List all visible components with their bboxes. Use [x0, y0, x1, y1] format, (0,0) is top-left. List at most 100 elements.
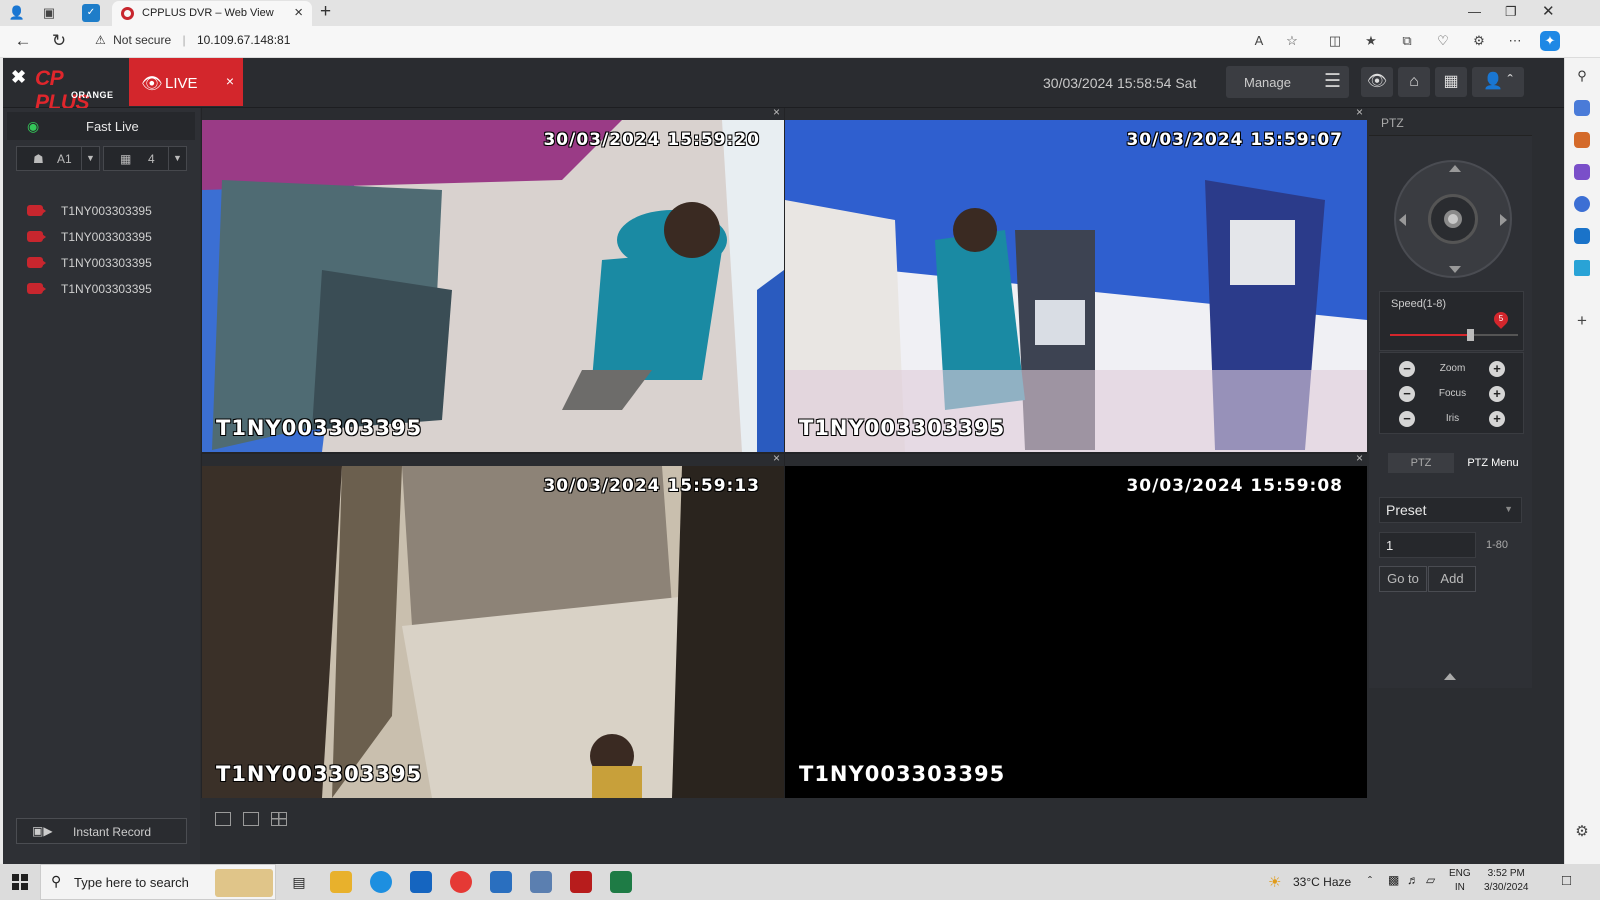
- app-tool-icon[interactable]: [570, 871, 592, 893]
- extensions-icon[interactable]: ⚙: [1470, 33, 1488, 49]
- collapse-panel-icon[interactable]: [1444, 673, 1456, 680]
- notifications-icon[interactable]: □: [1562, 872, 1571, 889]
- pan-right-arrow-icon[interactable]: [1500, 214, 1507, 226]
- speed-slider-handle[interactable]: [1467, 329, 1474, 341]
- device-icon[interactable]: ▱: [1426, 873, 1435, 887]
- tab-close-button[interactable]: ×: [294, 4, 303, 21]
- windows-start-icon[interactable]: [12, 874, 28, 890]
- zoom-in-button[interactable]: +: [1489, 361, 1505, 377]
- collections-icon[interactable]: ⧉: [1398, 33, 1416, 49]
- iris-row: − Iris +: [1380, 409, 1525, 429]
- restore-icon[interactable]: ❐: [1505, 4, 1517, 20]
- home-icon[interactable]: ⌂: [1398, 67, 1430, 97]
- back-icon[interactable]: ←: [12, 31, 34, 51]
- fast-live-header[interactable]: ◉ Fast Live: [7, 112, 195, 140]
- app-chart-icon[interactable]: [530, 871, 552, 893]
- minimize-icon[interactable]: —: [1468, 4, 1481, 19]
- preset-select-value: Preset: [1386, 502, 1427, 518]
- camera-feed-image: [785, 120, 1367, 452]
- tools-icon[interactable]: [1574, 100, 1590, 116]
- outlook-icon[interactable]: [1574, 228, 1590, 244]
- iris-open-button[interactable]: +: [1489, 411, 1505, 427]
- task-view-icon[interactable]: ▤: [288, 871, 310, 893]
- outlook-app-icon[interactable]: [410, 871, 432, 893]
- focus-far-button[interactable]: +: [1489, 386, 1505, 402]
- app-window-icon[interactable]: [490, 871, 512, 893]
- browser-essentials-icon[interactable]: ♡: [1434, 33, 1452, 49]
- fullscreen-icon[interactable]: [215, 812, 231, 826]
- manage-button[interactable]: Manage ☰: [1226, 66, 1349, 98]
- weather-text[interactable]: 33°C Haze: [1293, 875, 1351, 889]
- video-cell[interactable]: × 30/03/2024 15:59:08 T1NY003303395: [785, 454, 1367, 798]
- more-menu-icon[interactable]: ⋯: [1506, 33, 1524, 49]
- tab-ptz-menu[interactable]: PTZ Menu: [1459, 453, 1527, 473]
- browser-tab-cpplus[interactable]: CPPLUS DVR – Web View ×: [112, 1, 312, 26]
- add-preset-button[interactable]: Add: [1428, 566, 1476, 592]
- close-cell-icon[interactable]: ×: [773, 108, 780, 119]
- layout-grid-icon[interactable]: ▦: [1435, 67, 1467, 97]
- file-explorer-icon[interactable]: [330, 871, 352, 893]
- ptz-direction-pad[interactable]: [1394, 160, 1512, 278]
- split-screen-icon[interactable]: ◫: [1326, 33, 1344, 49]
- tray-expand-icon[interactable]: ˆ: [1368, 874, 1372, 888]
- language-indicator[interactable]: ENG IN: [1449, 867, 1471, 895]
- close-cell-icon[interactable]: ×: [1356, 108, 1363, 119]
- excel-icon[interactable]: [610, 871, 632, 893]
- add-icon[interactable]: +: [1574, 312, 1590, 330]
- ptz-center-button[interactable]: [1428, 194, 1478, 244]
- tab-actions-icon[interactable]: ▣: [40, 4, 58, 22]
- video-cell[interactable]: × 30/03/2024 15:59:13 T1NY003303395: [202, 454, 784, 798]
- taskbar-clock[interactable]: 3:52 PM 3/30/2024: [1484, 867, 1529, 895]
- chevron-down-icon[interactable]: ▼: [81, 147, 99, 170]
- layout-select[interactable]: ▦ 4 ▼: [103, 146, 187, 171]
- search-icon[interactable]: ⚲: [1574, 68, 1590, 84]
- clock-time: 3:52 PM: [1487, 868, 1525, 879]
- read-aloud-icon[interactable]: A: [1250, 33, 1268, 48]
- chrome-icon[interactable]: [450, 871, 472, 893]
- single-view-icon[interactable]: [243, 812, 259, 826]
- favorite-star-icon[interactable]: ☆: [1283, 33, 1301, 49]
- channel-select[interactable]: ☗ A1 ▼: [16, 146, 100, 171]
- send-icon[interactable]: [1574, 260, 1590, 276]
- close-cell-icon[interactable]: ×: [1356, 454, 1363, 465]
- close-window-icon[interactable]: ✕: [1542, 2, 1555, 20]
- live-view-icon[interactable]: 👁: [1361, 67, 1393, 97]
- instant-record-button[interactable]: ▣▶ Instant Record: [16, 818, 187, 844]
- speed-slider-track[interactable]: [1390, 329, 1518, 341]
- games-icon[interactable]: [1574, 164, 1590, 180]
- video-cell[interactable]: × 30/03/2024 15:59:07 T1NY003303395: [785, 108, 1367, 452]
- preset-number-input[interactable]: 1: [1379, 532, 1476, 558]
- goto-preset-button[interactable]: Go to: [1379, 566, 1427, 592]
- volume-icon[interactable]: ♬: [1407, 873, 1419, 887]
- video-cell[interactable]: × 30/03/2024 15:59:20 T1NY003303395: [202, 108, 784, 452]
- settings-gear-icon[interactable]: ⚙: [1574, 822, 1590, 840]
- refresh-icon[interactable]: ↻: [48, 31, 70, 51]
- favorites-icon[interactable]: ★: [1362, 33, 1380, 49]
- taskbar-search[interactable]: ⚲ Type here to search: [40, 864, 276, 900]
- user-menu-icon[interactable]: 👤 ˆ: [1472, 67, 1524, 97]
- cell-header: ×: [202, 454, 784, 466]
- pinned-tab-icon[interactable]: ✓: [82, 4, 100, 22]
- copilot-icon[interactable]: ✦: [1540, 31, 1560, 51]
- tab-ptz[interactable]: PTZ: [1388, 453, 1454, 473]
- live-tab-close[interactable]: ×: [226, 73, 234, 89]
- video-grid: × 30/03/2024 15:59:20 T1NY003303395 × 30…: [201, 108, 1367, 798]
- chevron-down-icon[interactable]: ▼: [168, 147, 186, 170]
- new-tab-button[interactable]: +: [320, 1, 331, 23]
- profile-icon[interactable]: 👤: [8, 4, 26, 22]
- m365-icon[interactable]: [1574, 196, 1590, 212]
- network-icon[interactable]: ▩: [1388, 873, 1399, 887]
- video-timestamp: 30/03/2024 15:59:07: [1126, 130, 1343, 150]
- shopping-icon[interactable]: [1574, 132, 1590, 148]
- pan-down-arrow-icon[interactable]: [1449, 266, 1461, 273]
- pan-up-arrow-icon[interactable]: [1449, 165, 1461, 172]
- pan-left-arrow-icon[interactable]: [1399, 214, 1406, 226]
- instant-record-label: Instant Record: [73, 825, 152, 839]
- video-timestamp: 30/03/2024 15:59:08: [1126, 476, 1343, 496]
- edge-browser-icon[interactable]: [370, 871, 392, 893]
- quad-view-icon[interactable]: [271, 812, 287, 826]
- close-cell-icon[interactable]: ×: [773, 454, 780, 465]
- url-field[interactable]: ⚠ Not secure | 10.109.67.148:81: [95, 33, 290, 47]
- live-tab[interactable]: 👁 LIVE ×: [129, 58, 243, 106]
- preset-select[interactable]: Preset ▼: [1379, 497, 1522, 523]
